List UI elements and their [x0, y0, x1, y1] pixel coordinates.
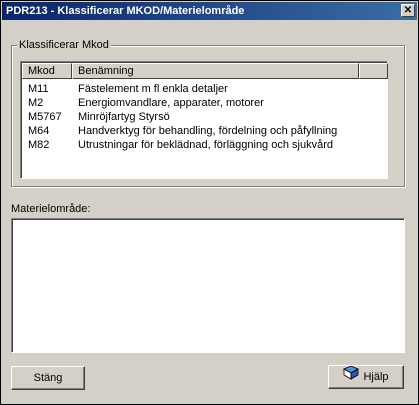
list-item-name: Handverktyg för behandling, fördelning o… — [78, 125, 338, 137]
help-button[interactable]: Hjälp — [328, 365, 404, 389]
material-area-label: Materielområde: — [11, 203, 91, 215]
close-button[interactable]: Stäng — [11, 366, 85, 390]
list-item-code: M11 — [28, 83, 49, 95]
list-item-code: M5767 — [28, 111, 62, 123]
mkod-list[interactable]: Mkod Benämning M11 Fästelement m fl enkl… — [20, 61, 388, 179]
material-area-field[interactable] — [11, 218, 405, 353]
list-item-code: M64 — [28, 125, 50, 137]
group-label: Klassificerar Mkod — [17, 39, 111, 51]
close-icon[interactable]: ✕ — [401, 4, 415, 17]
list-item-name: Utrustningar för beklädnad, förläggning … — [78, 139, 333, 151]
column-header-mkod[interactable]: Mkod — [22, 63, 72, 79]
book-icon — [343, 365, 360, 388]
column-header-benamning[interactable]: Benämning — [72, 63, 359, 79]
help-button-label: Hjälp — [363, 371, 389, 383]
title-bar[interactable]: PDR213 - Klassificerar MKOD/Materielområ… — [2, 2, 417, 20]
list-item-name: Energiomvandlare, apparater, motorer — [78, 97, 264, 109]
list-item-name: Minröjfartyg Styrsö — [78, 111, 170, 123]
window-title: PDR213 - Klassificerar MKOD/Materielområ… — [6, 5, 245, 17]
list-item-name: Fästelement m fl enkla detaljer — [78, 83, 228, 95]
list-item-code: M2 — [28, 97, 44, 109]
material-area-value — [12, 219, 404, 352]
list-item-code: M82 — [28, 139, 50, 151]
close-button-label: Stäng — [33, 372, 63, 384]
column-header-filler — [359, 63, 388, 79]
